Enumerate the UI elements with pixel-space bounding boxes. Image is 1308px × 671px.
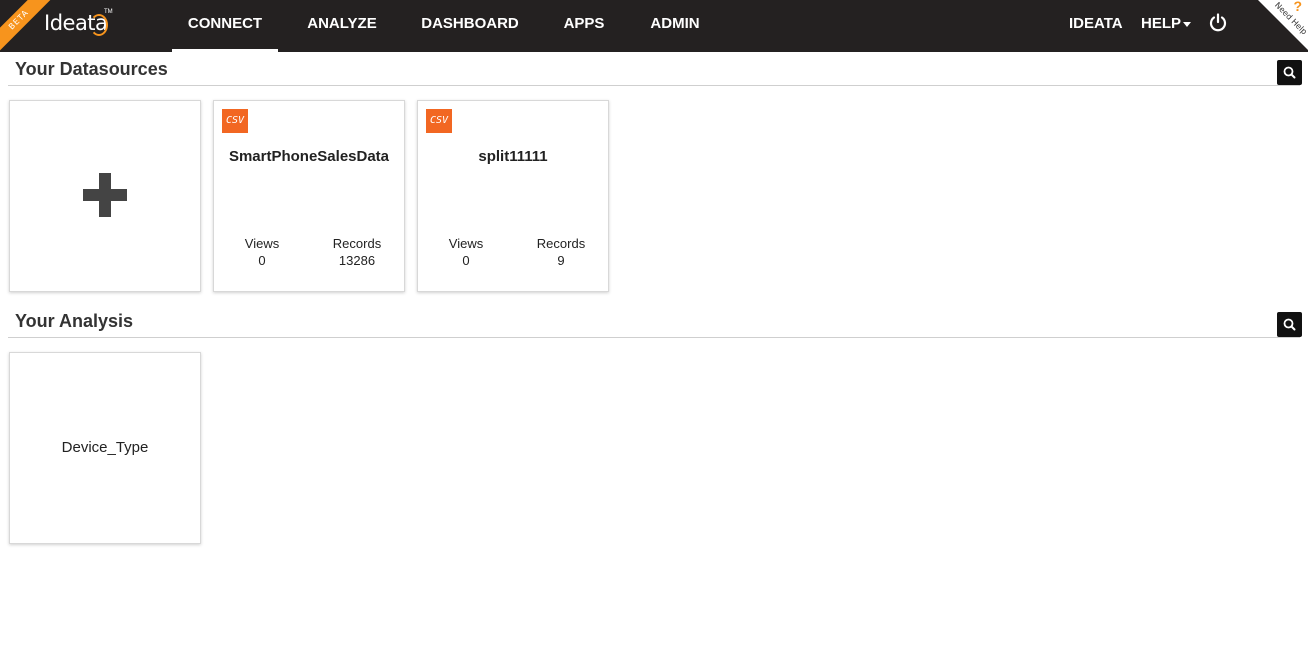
csv-icon: CSV <box>222 109 248 133</box>
views-count: 0 <box>258 253 266 268</box>
records-stat: Records 13286 <box>312 235 402 269</box>
analysis-title: Your Analysis <box>15 311 134 331</box>
add-datasource-card[interactable] <box>9 100 201 292</box>
power-icon[interactable] <box>1208 13 1228 33</box>
analysis-card[interactable]: Device_Type <box>9 352 201 544</box>
views-count: 0 <box>462 253 470 268</box>
views-stat: Views 0 <box>217 235 307 269</box>
datasource-card[interactable]: CSV SmartPhoneSalesData Views 0 Records … <box>213 100 405 292</box>
help-label: HELP <box>1141 15 1182 32</box>
analysis-name: Device_Type <box>61 439 149 456</box>
datasource-card[interactable]: CSV split11111 Views 0 Records 9 <box>417 100 609 292</box>
datasource-name: SmartPhoneSalesData <box>228 148 390 165</box>
views-stat: Views 0 <box>421 235 511 269</box>
help-menu[interactable]: HELP <box>1141 0 1192 48</box>
nav-admin[interactable]: ADMIN <box>640 0 710 52</box>
records-label: Records <box>536 236 586 251</box>
nav-connect[interactable]: CONNECT <box>172 0 278 52</box>
datasources-search-button[interactable] <box>1277 60 1302 85</box>
datasource-name: split11111 <box>478 148 548 165</box>
search-icon <box>1283 66 1296 79</box>
section-divider <box>8 337 1300 338</box>
views-label: Views <box>448 236 484 251</box>
nav-apps[interactable]: APPS <box>554 0 614 52</box>
nav-dashboard[interactable]: DASHBOARD <box>410 0 530 52</box>
views-label: Views <box>244 236 280 251</box>
plus-icon-bar <box>83 189 127 201</box>
top-navbar: BETA Ideata TM CONNECT ANALYZE DASHBOARD… <box>0 0 1308 52</box>
analysis-search-button[interactable] <box>1277 312 1302 337</box>
logo-ring-icon <box>90 14 108 36</box>
records-count: 13286 <box>338 253 376 268</box>
datasources-title: Your Datasources <box>15 59 168 79</box>
search-icon <box>1283 318 1296 331</box>
records-label: Records <box>332 236 382 251</box>
csv-icon: CSV <box>426 109 452 133</box>
need-help-ribbon[interactable]: ? Need Help <box>1250 0 1308 52</box>
nav-analyze[interactable]: ANALYZE <box>296 0 388 52</box>
records-stat: Records 9 <box>516 235 606 269</box>
logo-trademark: TM <box>104 9 113 15</box>
question-icon: ? <box>1293 0 1302 14</box>
chevron-down-icon <box>1183 21 1192 27</box>
records-count: 9 <box>557 253 565 268</box>
user-menu[interactable]: IDEATA <box>1069 0 1123 48</box>
section-divider <box>8 85 1300 86</box>
